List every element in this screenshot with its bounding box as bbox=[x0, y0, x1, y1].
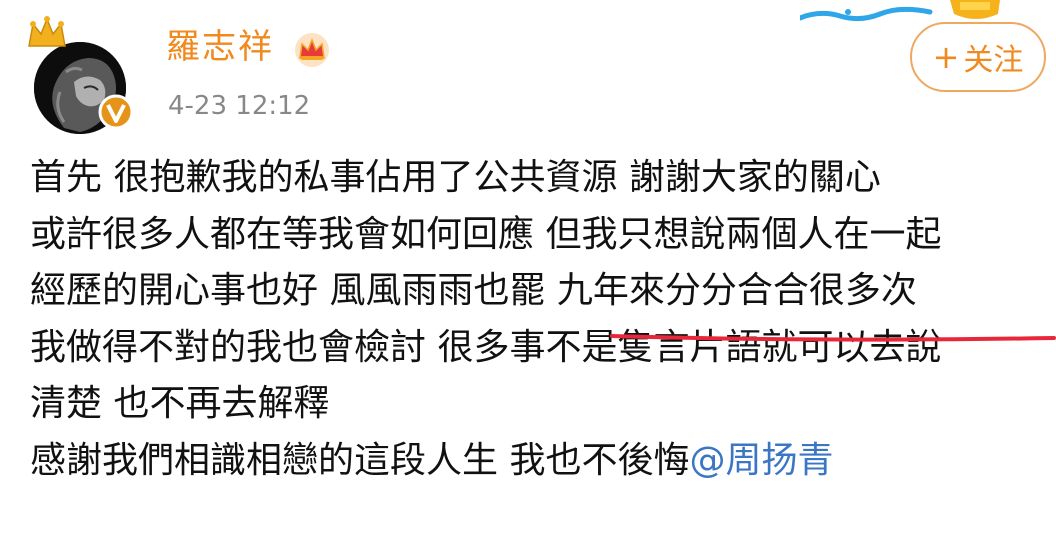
post-text-line: 首先 很抱歉我的私事佔用了公共資源 謝謝大家的關心 bbox=[30, 157, 881, 198]
post-text-line-last: 感謝我們相識相戀的這段人生 我也不後悔@周扬青 bbox=[30, 433, 1050, 490]
post-text: 感謝我們相識相戀的這段人生 我也不後悔 bbox=[30, 439, 690, 481]
avatar-group[interactable] bbox=[24, 14, 140, 134]
follow-button-label: 关注 bbox=[963, 43, 1024, 78]
post-timestamp: 4-23 12:12 bbox=[168, 91, 311, 121]
vip-crown-icon[interactable] bbox=[292, 32, 332, 72]
username[interactable]: 羅志祥 bbox=[166, 30, 274, 64]
post-text-line: 或許很多人都在等我會如何回應 但我只想說兩個人在一起 bbox=[30, 213, 942, 255]
follow-button[interactable]: + 关注 bbox=[910, 22, 1046, 92]
post-text-line: 清楚 也不再去解釋 bbox=[30, 383, 330, 425]
post-body: 首先 很抱歉我的私事佔用了公共資源 謝謝大家的關心 或許很多人都在等我會如何回應… bbox=[30, 150, 1050, 490]
post-text-line: 經歷的開心事也好 風風雨雨也罷 九年來分分合合很多次 bbox=[30, 270, 917, 312]
follow-plus-icon: + bbox=[932, 38, 960, 76]
red-underline-annotation bbox=[610, 334, 1056, 342]
mention-link[interactable]: @周扬青 bbox=[689, 440, 833, 481]
post-text-line: 我做得不對的我也會檢討 很多事不是隻言片語就可以去說 bbox=[30, 326, 942, 368]
crown-icon bbox=[26, 16, 68, 56]
verified-v-icon bbox=[98, 94, 134, 134]
